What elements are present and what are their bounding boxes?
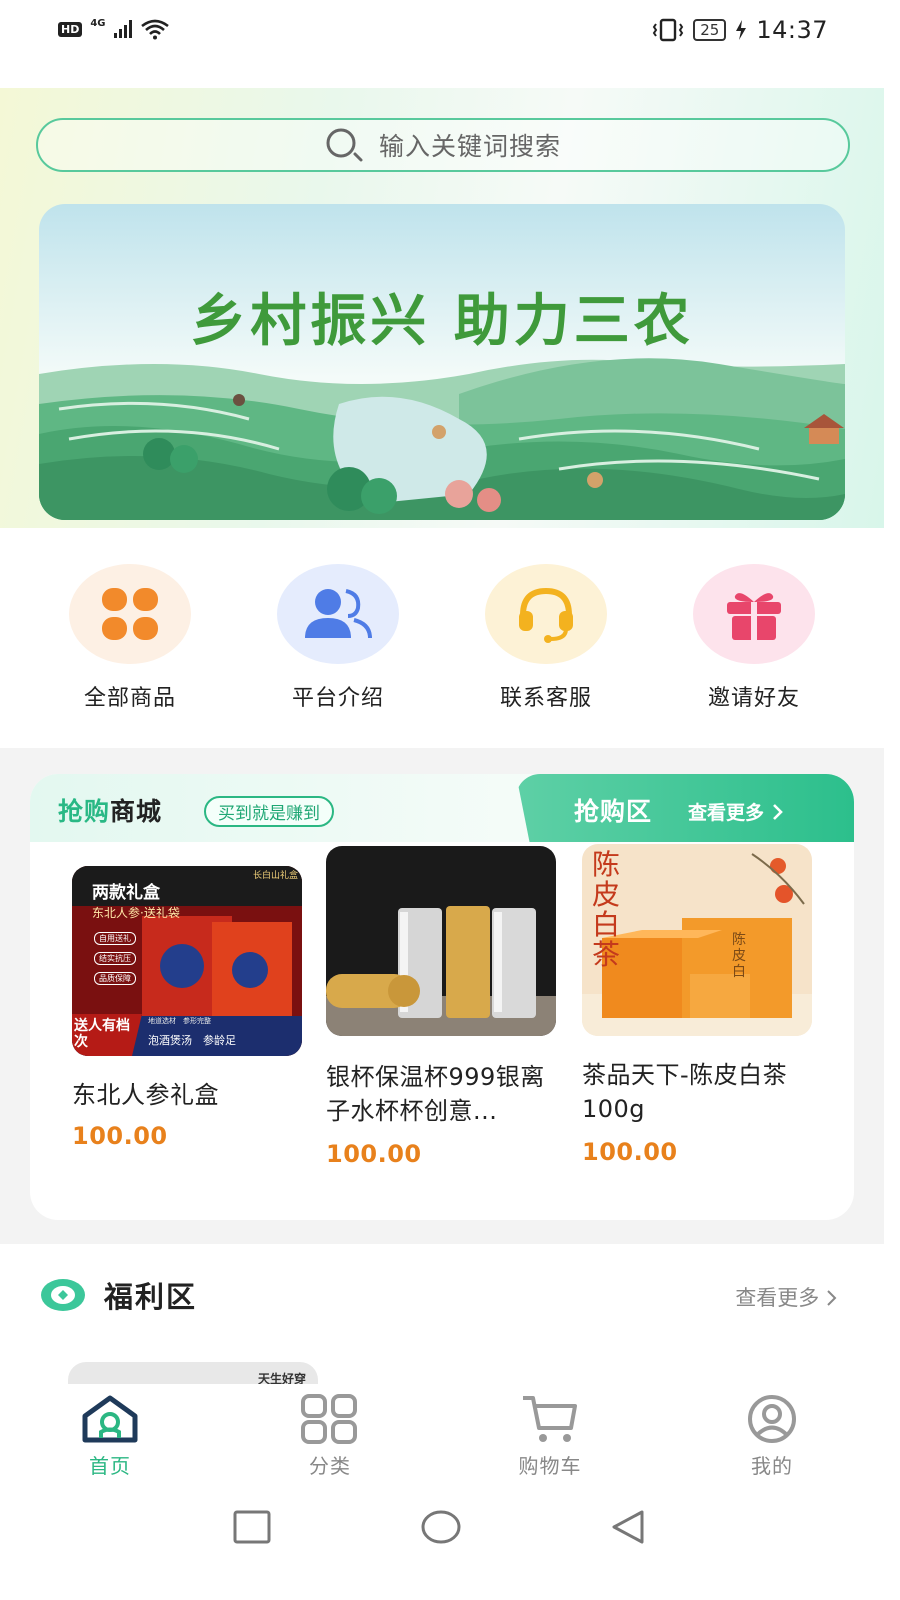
- quick-nav-label: 邀请好友: [707, 686, 800, 711]
- quick-nav-icon-bg: [277, 564, 399, 664]
- promo-banner[interactable]: 乡村振兴 助力三农: [39, 204, 845, 520]
- profile-icon: [748, 1395, 796, 1443]
- silver-cup-art: [326, 846, 556, 1036]
- gift-icon: [727, 593, 781, 640]
- flash-more-link[interactable]: 查看更多: [688, 798, 785, 825]
- quick-nav-label: 全部商品: [83, 686, 176, 711]
- product-name: 银杯保温杯999银离子水杯杯创意...: [326, 1063, 545, 1125]
- flash-more-label: 查看更多: [688, 802, 765, 824]
- grid-icon: [102, 588, 158, 640]
- product-price: 100.00: [582, 1138, 678, 1166]
- quick-nav-platform-intro[interactable]: 平台介绍: [258, 564, 418, 712]
- battery-level: 25: [693, 19, 727, 41]
- bottom-tab-bar: 首页 分类 购物车 我的: [0, 1384, 900, 1490]
- chevron-right-icon: [827, 1290, 837, 1306]
- product-list: 两款礼盒 长白山礼盒 东北人参·送礼袋 自用送礼 结实抗压 品质保障 送人有档次…: [30, 844, 854, 1206]
- vibrate-icon: [653, 18, 684, 42]
- box-bottom-line1: 地道选材 参形完整: [148, 1017, 211, 1025]
- flash-zone-tab[interactable]: 抢购区 查看更多: [516, 774, 854, 842]
- box-tag: 品质保障: [94, 972, 136, 985]
- welfare-more-label: 查看更多: [735, 1286, 820, 1310]
- quick-nav-all-products[interactable]: 全部商品: [50, 564, 210, 712]
- welfare-title: 福利区: [104, 1280, 198, 1314]
- signal-icon: [113, 20, 132, 38]
- status-right: 25 14:37: [651, 16, 828, 44]
- welfare-more-link[interactable]: 查看更多: [735, 1282, 838, 1312]
- network-type: 4G: [90, 17, 106, 29]
- tab-label: 首页: [89, 1454, 131, 1478]
- headset-icon: [519, 587, 573, 643]
- tab-home[interactable]: 首页: [50, 1394, 170, 1479]
- box-corner: 长白山礼盒: [252, 871, 298, 881]
- zone-title: 抢购区: [574, 797, 653, 826]
- banner-headline: 乡村振兴 助力三农: [190, 288, 694, 354]
- quick-nav-icon-bg: [485, 564, 607, 664]
- product-card[interactable]: 银杯保温杯999银离子水杯杯创意... 100.00: [326, 846, 558, 1168]
- product-image: [326, 846, 556, 1036]
- welfare-eye-icon: [41, 1279, 85, 1311]
- charging-icon: [736, 20, 747, 40]
- tab-label: 购物车: [518, 1454, 582, 1478]
- quick-nav-customer-service[interactable]: 联系客服: [466, 564, 626, 712]
- recent-apps-icon[interactable]: [232, 1508, 272, 1548]
- tea-vertical-title: 陈皮白茶: [592, 848, 621, 971]
- hero-section: 输入关键词搜索 乡村振兴 助力三农: [0, 88, 884, 528]
- product-price: 100.00: [326, 1140, 422, 1168]
- welfare-header: 福利区 查看更多: [0, 1268, 900, 1328]
- system-navigation: [0, 1490, 900, 1600]
- product-image: 陈皮白茶 陈皮白: [582, 844, 812, 1036]
- product-price: 100.00: [72, 1122, 168, 1150]
- wifi-icon: [140, 19, 169, 40]
- tab-profile[interactable]: 我的: [712, 1394, 832, 1479]
- product-card[interactable]: 两款礼盒 长白山礼盒 东北人参·送礼袋 自用送礼 结实抗压 品质保障 送人有档次…: [72, 866, 304, 1150]
- quick-nav-label: 联系客服: [499, 686, 592, 711]
- quick-nav-invite-friends[interactable]: 邀请好友: [674, 564, 834, 712]
- category-icon: [301, 1394, 357, 1444]
- tab-label: 我的: [751, 1454, 793, 1478]
- box-tag: 自用送礼: [94, 932, 136, 945]
- status-bar: HD 4G 25 14:37: [0, 0, 900, 62]
- flash-sale-card: 抢购商城 买到就是赚到 抢购区 查看更多 两款礼盒 长白山礼盒 东北人参·送礼袋…: [30, 774, 854, 1220]
- home-circle-icon[interactable]: [420, 1508, 462, 1548]
- product-name: 茶品天下-陈皮白茶100g: [582, 1061, 788, 1123]
- back-icon[interactable]: [608, 1508, 648, 1548]
- flash-sale-section: 抢购商城 买到就是赚到 抢购区 查看更多 两款礼盒 长白山礼盒 东北人参·送礼袋…: [0, 748, 884, 1244]
- search-placeholder: 输入关键词搜索: [378, 132, 561, 161]
- hd-badge: HD: [58, 21, 83, 37]
- box-bottom-line2: 泡酒煲汤 参龄足: [148, 1034, 236, 1047]
- flash-title-accent: 抢购: [58, 797, 111, 826]
- box-headline: 两款礼盒: [92, 883, 160, 903]
- box-bottom-left: 送人有档次: [74, 1018, 130, 1050]
- search-bar[interactable]: 输入关键词搜索: [36, 118, 850, 172]
- tea-box-text: 陈皮白: [732, 932, 746, 980]
- search-icon: [326, 128, 363, 162]
- flash-title-rest: 商城: [110, 797, 163, 826]
- slogan-badge: 买到就是赚到: [204, 796, 334, 827]
- quick-nav: 全部商品 平台介绍 联系客服 邀请好友: [0, 560, 900, 720]
- cart-icon: [523, 1396, 577, 1442]
- flash-sale-title: 抢购商城: [58, 792, 162, 828]
- tab-category[interactable]: 分类: [270, 1394, 390, 1479]
- clock: 14:37: [756, 16, 828, 44]
- product-image: 两款礼盒 长白山礼盒 东北人参·送礼袋 自用送礼 结实抗压 品质保障 送人有档次…: [72, 866, 302, 1056]
- tab-cart[interactable]: 购物车: [490, 1394, 610, 1479]
- chevron-right-icon: [772, 804, 783, 820]
- flash-sale-header: 抢购商城 买到就是赚到 抢购区 查看更多: [30, 774, 854, 842]
- box-tag: 结实抗压: [94, 952, 136, 965]
- rural-landscape-illustration: [39, 204, 845, 520]
- quick-nav-icon-bg: [693, 564, 815, 664]
- tab-label: 分类: [309, 1454, 351, 1478]
- box-sub: 东北人参·送礼袋: [92, 906, 180, 920]
- product-card[interactable]: 陈皮白茶 陈皮白 茶品天下-陈皮白茶100g 100.00: [582, 844, 814, 1166]
- home-icon: [82, 1395, 138, 1443]
- status-left: HD 4G: [58, 18, 170, 40]
- users-icon: [305, 589, 372, 639]
- quick-nav-icon-bg: [69, 564, 191, 664]
- quick-nav-label: 平台介绍: [291, 686, 384, 711]
- product-name: 东北人参礼盒: [72, 1081, 219, 1109]
